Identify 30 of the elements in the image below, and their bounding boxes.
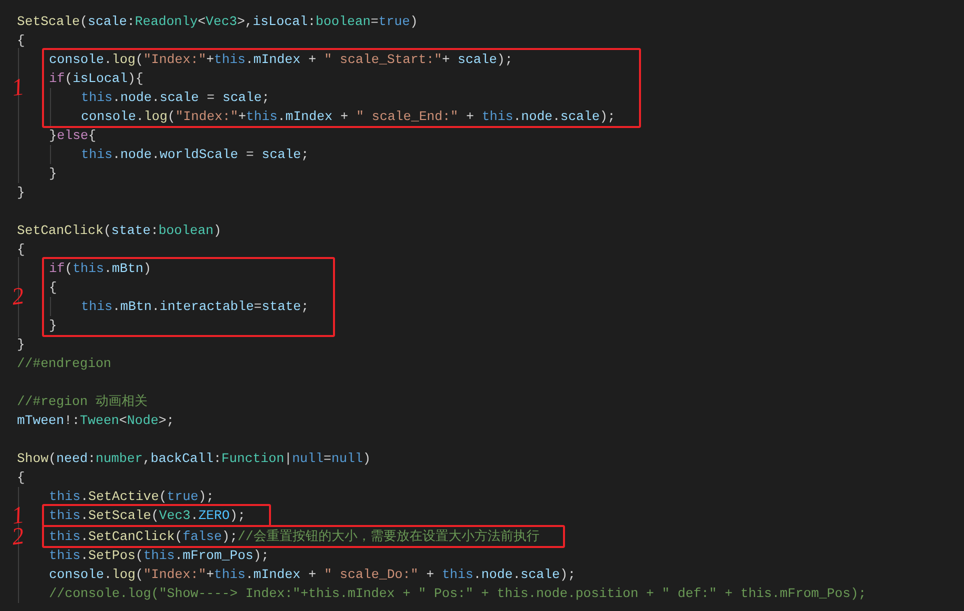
code-line: mTween!:Tween<Node>;: [17, 412, 174, 430]
code-line: console.log("Index:"+this.mIndex + " scale_End:" + this.node.scale);: [81, 108, 616, 126]
code-line: }: [49, 165, 57, 183]
code-line: if(isLocal){: [49, 70, 144, 88]
code-line: this.SetScale(Vec3.ZERO);: [49, 507, 246, 525]
code-line: this.SetPos(this.mFrom_Pos);: [49, 547, 270, 565]
code-line: {: [17, 469, 25, 487]
code-line: this.node.scale = scale;: [81, 89, 270, 107]
code-line: {: [17, 32, 25, 50]
code-line: }: [17, 184, 25, 202]
code-line: this.mBtn.interactable=state;: [81, 298, 309, 316]
code-line: //#endregion: [17, 355, 112, 373]
code-line: //#region 动画相关: [17, 393, 148, 411]
code-line: }: [17, 336, 25, 354]
code-line: console.log("Index:"+this.mIndex + " scale_Start:"+ scale);: [49, 51, 513, 69]
code-line: this.SetCanClick(false);//会重置按钮的大小，需要放在设置大小方法前执行: [49, 528, 540, 546]
code-line: }else{: [49, 127, 96, 145]
code-line: //console.log("Show----> Index:"+this.mIndex + " Pos:" + this.node.position + " def:" + this.mFrom_Pos);: [49, 585, 866, 603]
annotation-mark: 1: [10, 75, 26, 101]
code-line: SetCanClick(state:boolean): [17, 222, 222, 240]
code-line: this.SetActive(true);: [49, 488, 214, 506]
code-line: this.node.worldScale = scale;: [81, 146, 309, 164]
code-line: {: [49, 279, 57, 297]
code-line: }: [49, 317, 57, 335]
code-line: if(this.mBtn): [49, 260, 152, 278]
code-line: console.log("Index:"+this.mIndex + " scale_Do:" + this.node.scale);: [49, 566, 576, 584]
code-line: Show(need:number,backCall:Function|null=null): [17, 450, 371, 468]
code-line: {: [17, 241, 25, 259]
code-line: SetScale(scale:Readonly<Vec3>,isLocal:boolean=true): [17, 13, 418, 31]
annotation-mark: 2: [10, 284, 26, 310]
